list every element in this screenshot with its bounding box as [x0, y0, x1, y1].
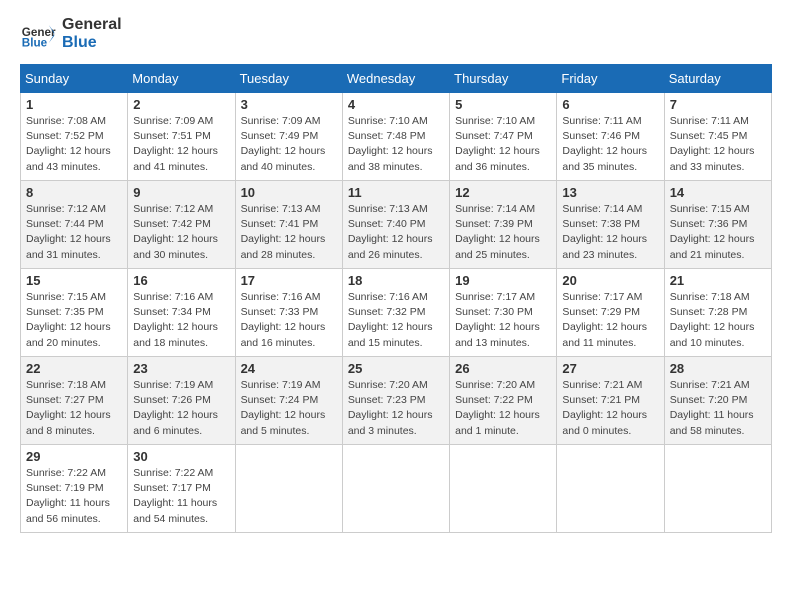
svg-text:Blue: Blue — [22, 37, 48, 50]
calendar-day — [557, 445, 664, 533]
calendar-day: 11Sunrise: 7:13 AMSunset: 7:40 PMDayligh… — [342, 181, 449, 269]
calendar-day: 16Sunrise: 7:16 AMSunset: 7:34 PMDayligh… — [128, 269, 235, 357]
calendar-day: 24Sunrise: 7:19 AMSunset: 7:24 PMDayligh… — [235, 357, 342, 445]
weekday-header: Saturday — [664, 65, 771, 93]
weekday-header: Thursday — [450, 65, 557, 93]
weekday-header: Monday — [128, 65, 235, 93]
calendar-day: 6Sunrise: 7:11 AMSunset: 7:46 PMDaylight… — [557, 93, 664, 181]
calendar-day: 30Sunrise: 7:22 AMSunset: 7:17 PMDayligh… — [128, 445, 235, 533]
calendar-day — [664, 445, 771, 533]
calendar-day: 1Sunrise: 7:08 AMSunset: 7:52 PMDaylight… — [21, 93, 128, 181]
calendar-day: 22Sunrise: 7:18 AMSunset: 7:27 PMDayligh… — [21, 357, 128, 445]
calendar-day: 29Sunrise: 7:22 AMSunset: 7:19 PMDayligh… — [21, 445, 128, 533]
calendar-day: 26Sunrise: 7:20 AMSunset: 7:22 PMDayligh… — [450, 357, 557, 445]
weekday-header: Wednesday — [342, 65, 449, 93]
calendar-day: 27Sunrise: 7:21 AMSunset: 7:21 PMDayligh… — [557, 357, 664, 445]
calendar-day: 8Sunrise: 7:12 AMSunset: 7:44 PMDaylight… — [21, 181, 128, 269]
calendar-day — [450, 445, 557, 533]
calendar-day: 25Sunrise: 7:20 AMSunset: 7:23 PMDayligh… — [342, 357, 449, 445]
calendar-day: 23Sunrise: 7:19 AMSunset: 7:26 PMDayligh… — [128, 357, 235, 445]
calendar-day: 28Sunrise: 7:21 AMSunset: 7:20 PMDayligh… — [664, 357, 771, 445]
calendar-day: 4Sunrise: 7:10 AMSunset: 7:48 PMDaylight… — [342, 93, 449, 181]
calendar-week-row: 22Sunrise: 7:18 AMSunset: 7:27 PMDayligh… — [21, 357, 772, 445]
calendar-week-row: 15Sunrise: 7:15 AMSunset: 7:35 PMDayligh… — [21, 269, 772, 357]
calendar-day — [235, 445, 342, 533]
calendar-day — [342, 445, 449, 533]
weekday-header: Friday — [557, 65, 664, 93]
calendar-week-row: 1Sunrise: 7:08 AMSunset: 7:52 PMDaylight… — [21, 93, 772, 181]
weekday-header-row: SundayMondayTuesdayWednesdayThursdayFrid… — [21, 65, 772, 93]
calendar-day: 21Sunrise: 7:18 AMSunset: 7:28 PMDayligh… — [664, 269, 771, 357]
calendar-day: 17Sunrise: 7:16 AMSunset: 7:33 PMDayligh… — [235, 269, 342, 357]
calendar-day: 15Sunrise: 7:15 AMSunset: 7:35 PMDayligh… — [21, 269, 128, 357]
weekday-header: Tuesday — [235, 65, 342, 93]
calendar-day: 9Sunrise: 7:12 AMSunset: 7:42 PMDaylight… — [128, 181, 235, 269]
weekday-header: Sunday — [21, 65, 128, 93]
calendar-day: 12Sunrise: 7:14 AMSunset: 7:39 PMDayligh… — [450, 181, 557, 269]
calendar-day: 20Sunrise: 7:17 AMSunset: 7:29 PMDayligh… — [557, 269, 664, 357]
calendar-day: 18Sunrise: 7:16 AMSunset: 7:32 PMDayligh… — [342, 269, 449, 357]
logo: General Blue General Blue — [20, 16, 122, 52]
calendar-day: 3Sunrise: 7:09 AMSunset: 7:49 PMDaylight… — [235, 93, 342, 181]
page-header: General Blue General Blue — [20, 16, 772, 52]
calendar-day: 19Sunrise: 7:17 AMSunset: 7:30 PMDayligh… — [450, 269, 557, 357]
calendar-day: 10Sunrise: 7:13 AMSunset: 7:41 PMDayligh… — [235, 181, 342, 269]
calendar-table: SundayMondayTuesdayWednesdayThursdayFrid… — [20, 64, 772, 533]
calendar-day: 7Sunrise: 7:11 AMSunset: 7:45 PMDaylight… — [664, 93, 771, 181]
calendar-day: 5Sunrise: 7:10 AMSunset: 7:47 PMDaylight… — [450, 93, 557, 181]
calendar-day: 14Sunrise: 7:15 AMSunset: 7:36 PMDayligh… — [664, 181, 771, 269]
calendar-day: 13Sunrise: 7:14 AMSunset: 7:38 PMDayligh… — [557, 181, 664, 269]
calendar-week-row: 29Sunrise: 7:22 AMSunset: 7:19 PMDayligh… — [21, 445, 772, 533]
logo-icon: General Blue — [20, 16, 56, 52]
calendar-week-row: 8Sunrise: 7:12 AMSunset: 7:44 PMDaylight… — [21, 181, 772, 269]
calendar-day: 2Sunrise: 7:09 AMSunset: 7:51 PMDaylight… — [128, 93, 235, 181]
